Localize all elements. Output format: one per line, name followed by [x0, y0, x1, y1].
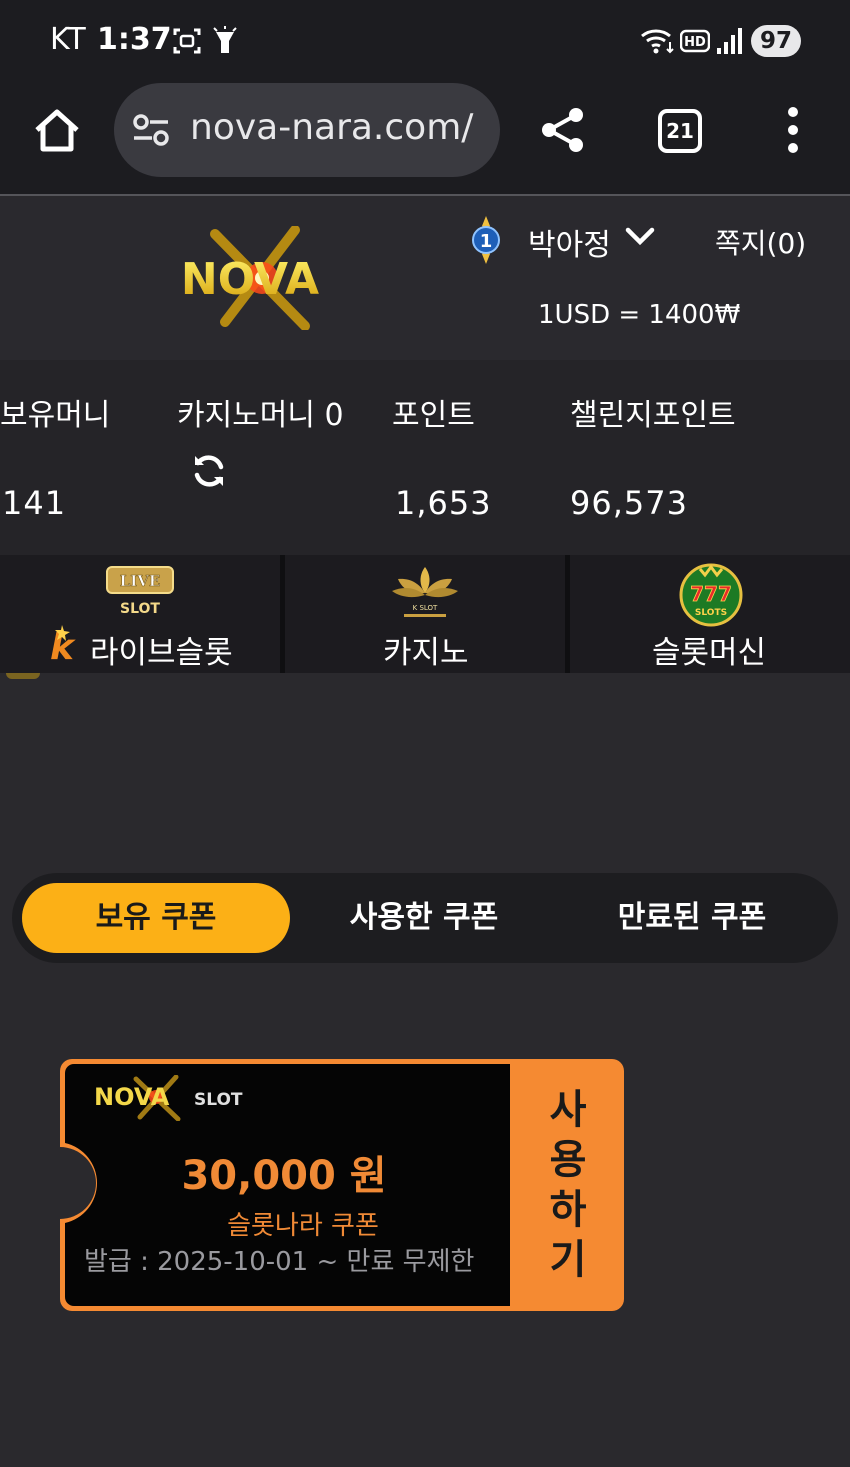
balance-panel: 보유머니 카지노머니 0 포인트 챌린지포인트 141 1,653 96,573 — [0, 360, 850, 555]
nav-casino[interactable]: K SLOT 카지노 — [285, 555, 565, 673]
username[interactable]: 박아정 — [528, 220, 611, 264]
exchange-rate: 1USD = 1400₩ — [538, 300, 741, 330]
challenge-points-value: 96,573 — [570, 484, 688, 522]
coupon-name: 슬롯나라 쿠폰 — [227, 1211, 379, 1241]
holding-money-label: 보유머니 — [0, 398, 111, 433]
hd-icon: HD — [680, 29, 710, 53]
partial-icon-edge — [6, 673, 40, 679]
tab-used-coupons[interactable]: 사용한 쿠폰 — [290, 883, 558, 953]
coupon-tab-bar: 보유 쿠폰 사용한 쿠폰 만료된 쿠폰 — [12, 873, 838, 963]
svg-text:HD: HD — [684, 35, 706, 50]
site-settings-icon[interactable] — [132, 113, 172, 147]
holding-money-value: 141 — [2, 484, 67, 522]
use-coupon-button[interactable]: 사 용 하 기 — [513, 1063, 623, 1307]
svg-text:K SLOT: K SLOT — [413, 604, 438, 612]
messages-link[interactable]: 쪽지(0) — [715, 222, 806, 262]
nav-slot-machine-label: 슬롯머신 — [652, 635, 767, 671]
slot-777-icon: 777 SLOTS — [679, 563, 743, 627]
site-header: NOVA 1 박아정 쪽지(0) 1USD = 1400₩ — [0, 198, 850, 360]
svg-text:SLOTS: SLOTS — [695, 608, 727, 618]
battery-level: 97 — [751, 25, 801, 57]
carrier: KT — [50, 22, 86, 57]
points-label: 포인트 — [392, 398, 475, 433]
nav-casino-label: 카지노 — [383, 635, 469, 671]
challenge-points-label: 챌린지포인트 — [570, 398, 736, 433]
use-char: 용 — [549, 1137, 587, 1183]
svg-text:LIVE: LIVE — [120, 572, 161, 590]
url-text[interactable]: nova-nara.com/ — [190, 107, 473, 148]
nav-slot-machine[interactable]: 777 SLOTS 슬롯머신 — [570, 555, 850, 673]
use-char: 사 — [549, 1087, 587, 1133]
rank-badge-icon: 1 — [472, 216, 500, 264]
svg-text:SLOT: SLOT — [194, 1090, 243, 1110]
browser-toolbar: nova-nara.com/ 21 — [0, 80, 850, 196]
address-bar[interactable]: nova-nara.com/ — [114, 83, 500, 177]
nova-logo[interactable]: NOVA — [155, 226, 345, 330]
nav-live-slot[interactable]: LIVE SLOT k 라이브슬롯 — [0, 555, 280, 673]
svg-text:SLOT: SLOT — [120, 601, 160, 617]
use-char: 기 — [549, 1237, 587, 1283]
coupon-amount: 30,000 원 — [181, 1153, 387, 1199]
signal-icon — [717, 28, 742, 54]
tabs-icon[interactable]: 21 — [658, 109, 702, 153]
game-category-nav: LIVE SLOT k 라이브슬롯 K SLOT 카지노 777 SLOTS 슬… — [0, 555, 850, 673]
k-brand-icon: k — [50, 625, 76, 663]
points-value: 1,653 — [395, 484, 492, 522]
share-icon[interactable] — [540, 106, 586, 154]
nav-live-slot-label: 라이브슬롯 — [90, 635, 233, 671]
coupon-card: NOVA SLOT 30,000 원 슬롯나라 쿠폰 발급 : 2025-10-… — [58, 1057, 626, 1313]
use-char: 하 — [549, 1187, 587, 1233]
home-icon[interactable] — [32, 106, 82, 156]
live-slot-icon: LIVE SLOT — [106, 566, 174, 617]
refresh-icon[interactable] — [190, 452, 228, 490]
status-bar: KT 1:37 HD 97 — [0, 0, 850, 80]
nova-slot-logo: NOVA SLOT — [94, 1075, 243, 1121]
clock: 1:37 — [97, 22, 172, 57]
screenshot-icon — [173, 28, 201, 54]
tab-owned-coupons[interactable]: 보유 쿠폰 — [22, 883, 290, 953]
flashlight-icon — [213, 26, 237, 53]
tab-expired-coupons[interactable]: 만료된 쿠폰 — [558, 883, 826, 953]
svg-text:NOVA: NOVA — [181, 254, 319, 305]
coupon-period: 발급 : 2025-10-01 ~ 만료 무제한 — [84, 1247, 475, 1277]
more-vert-icon[interactable] — [782, 106, 804, 154]
casino-money-label: 카지노머니 0 — [177, 398, 344, 433]
svg-text:777: 777 — [690, 582, 732, 606]
chevron-down-icon[interactable] — [624, 224, 656, 250]
svg-text:NOVA: NOVA — [94, 1083, 170, 1111]
wifi-icon — [641, 29, 674, 54]
svg-text:1: 1 — [480, 231, 493, 252]
casino-icon: K SLOT — [392, 567, 458, 617]
